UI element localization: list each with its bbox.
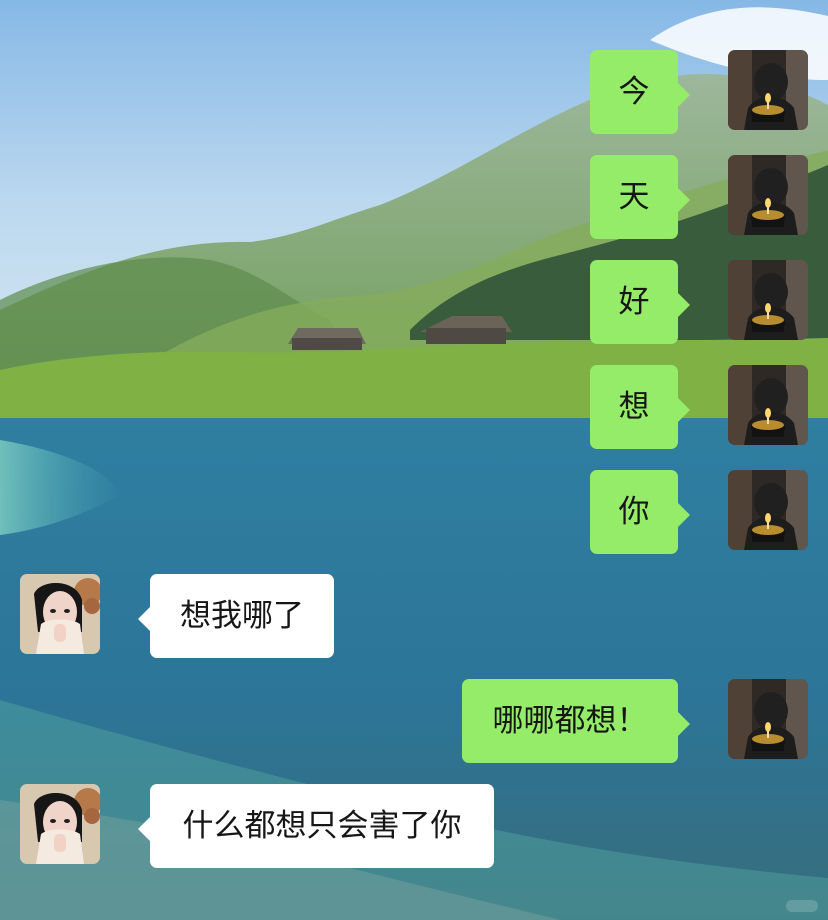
my-avatar[interactable] — [728, 50, 808, 130]
chat-message-row: 你 — [0, 470, 828, 554]
message-text: 今 — [618, 73, 650, 110]
mountain-lake-background — [0, 0, 828, 920]
my-avatar[interactable] — [728, 679, 808, 759]
chat-message-row: 什么都想只会害了你 — [0, 784, 828, 868]
chat-message-row: 天 — [0, 155, 828, 239]
message-text: 你 — [618, 493, 650, 530]
outgoing-message-bubble[interactable]: 想 — [590, 365, 690, 449]
male-birthday-avatar-icon — [728, 50, 808, 130]
chat-screen: 今天好想你想我哪了哪哪都想！ 什么都想只会害了你 — [0, 0, 828, 920]
male-birthday-avatar-icon — [728, 155, 808, 235]
bubble-tail-right-icon — [678, 188, 690, 212]
chat-message-row: 好 — [0, 260, 828, 344]
message-text: 想 — [618, 388, 650, 425]
contact-avatar[interactable] — [20, 574, 100, 654]
chat-message-row: 今 — [0, 50, 828, 134]
my-avatar[interactable] — [728, 260, 808, 340]
bubble-tail-left-icon — [138, 607, 150, 631]
my-avatar[interactable] — [728, 155, 808, 235]
message-text: 天 — [618, 178, 650, 215]
outgoing-message-bubble[interactable]: 天 — [590, 155, 690, 239]
incoming-message-bubble[interactable]: 什么都想只会害了你 — [138, 784, 494, 868]
outgoing-message-bubble[interactable]: 你 — [590, 470, 690, 554]
watermark — [786, 900, 818, 912]
contact-avatar[interactable] — [20, 784, 100, 864]
male-birthday-avatar-icon — [728, 679, 808, 759]
message-text: 想我哪了 — [180, 597, 304, 634]
male-birthday-avatar-icon — [728, 260, 808, 340]
bubble-tail-right-icon — [678, 83, 690, 107]
message-text: 什么都想只会害了你 — [182, 807, 462, 844]
chat-message-row: 哪哪都想！ — [0, 679, 828, 763]
female-portrait-icon — [20, 574, 100, 654]
my-avatar[interactable] — [728, 365, 808, 445]
bubble-tail-right-icon — [678, 712, 690, 736]
male-birthday-avatar-icon — [728, 365, 808, 445]
message-text: 好 — [618, 283, 650, 320]
outgoing-message-bubble[interactable]: 今 — [590, 50, 690, 134]
chat-message-row: 想我哪了 — [0, 574, 828, 658]
chat-message-row: 想 — [0, 365, 828, 449]
bubble-tail-right-icon — [678, 293, 690, 317]
message-text: 哪哪都想！ — [492, 702, 648, 739]
bubble-tail-right-icon — [678, 503, 690, 527]
incoming-message-bubble[interactable]: 想我哪了 — [138, 574, 334, 658]
bubble-tail-left-icon — [138, 817, 150, 841]
outgoing-message-bubble[interactable]: 好 — [590, 260, 690, 344]
female-portrait-icon — [20, 784, 100, 864]
my-avatar[interactable] — [728, 470, 808, 550]
male-birthday-avatar-icon — [728, 470, 808, 550]
outgoing-message-bubble[interactable]: 哪哪都想！ — [462, 679, 690, 763]
bubble-tail-right-icon — [678, 398, 690, 422]
